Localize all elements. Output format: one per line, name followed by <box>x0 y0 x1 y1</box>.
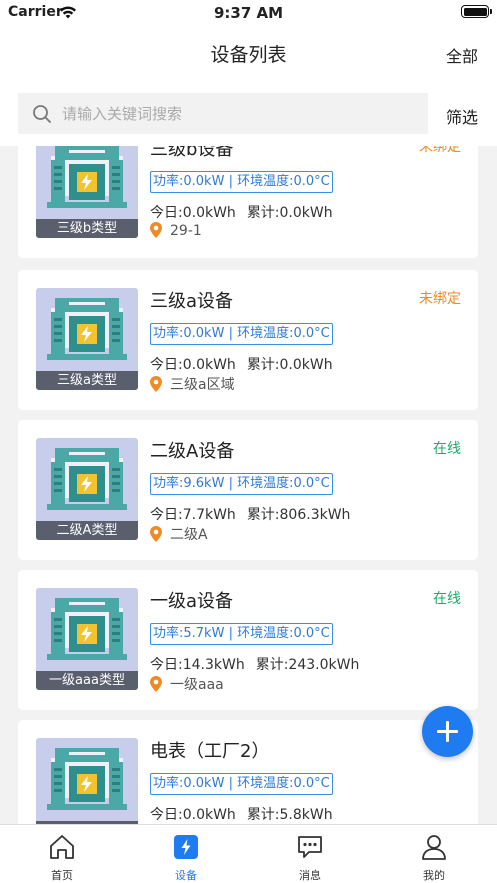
tab-profile[interactable]: 我的 <box>372 825 496 883</box>
device-type-label: 三级a类型 <box>36 371 138 390</box>
location-text: 二级A <box>170 527 208 543</box>
device-energy: 今日:7.7kWh 累计:806.3kWh <box>150 504 350 524</box>
device-name: 电表（工厂2） <box>150 741 270 762</box>
device-name: 三级a设备 <box>150 291 234 312</box>
status-bar: Carrier 9:37 AM <box>0 0 497 26</box>
location-text: 三级a区域 <box>170 377 235 393</box>
location-pin-icon <box>150 676 162 692</box>
cabinet-icon <box>47 598 127 660</box>
device-card[interactable]: 电表（工厂2） 未 功率:0.0kW | 环境温度:0.0°C 今日:0.0kW… <box>18 720 478 824</box>
today-energy: 今日:0.0kWh <box>150 357 236 373</box>
device-location: 一级aaa <box>150 674 224 694</box>
device-metrics: 功率:0.0kW | 环境温度:0.0°C <box>150 773 333 795</box>
device-card[interactable]: 三级b类型 三级b设备 未绑定 功率:0.0kW | 环境温度:0.0°C 今日… <box>18 146 478 258</box>
cabinet-icon <box>47 146 127 208</box>
device-energy: 今日:14.3kWh 累计:243.0kWh <box>150 654 359 674</box>
device-card[interactable]: 三级a类型 三级a设备 未绑定 功率:0.0kW | 环境温度:0.0°C 今日… <box>18 270 478 410</box>
total-energy: 累计:243.0kWh <box>255 657 360 673</box>
device-thumbnail: 二级A类型 <box>36 438 138 540</box>
device-metrics: 功率:5.7kW | 环境温度:0.0°C <box>150 623 333 645</box>
cabinet-icon <box>47 298 127 360</box>
tab-label: 设备 <box>175 869 197 882</box>
device-status: 未绑定 <box>419 146 461 155</box>
tab-message[interactable]: 消息 <box>248 825 372 883</box>
device-energy: 今日:0.0kWh 累计:5.8kWh <box>150 804 333 824</box>
device-name: 三级b设备 <box>150 146 234 160</box>
location-pin-icon <box>150 526 162 542</box>
total-energy: 累计:5.8kWh <box>246 807 333 823</box>
home-icon <box>50 835 74 859</box>
device-status: 未绑定 <box>419 291 461 307</box>
cabinet-icon <box>47 748 127 810</box>
location-text: 一级aaa <box>170 677 224 693</box>
location-pin-icon <box>150 376 162 392</box>
total-energy: 累计:806.3kWh <box>246 507 351 523</box>
device-energy: 今日:0.0kWh 累计:0.0kWh <box>150 354 333 374</box>
device-location: 三级a区域 <box>150 374 235 394</box>
search-icon <box>33 105 51 123</box>
today-energy: 今日:14.3kWh <box>150 657 245 673</box>
device-thumbnail <box>36 738 138 824</box>
location-text: 29-1 <box>170 223 202 239</box>
battery-icon <box>461 5 492 18</box>
device-card[interactable]: 二级A类型 二级A设备 在线 功率:9.6kW | 环境温度:0.0°C 今日:… <box>18 420 478 560</box>
device-status: 在线 <box>433 441 461 457</box>
tab-device[interactable]: 设备 <box>124 825 248 883</box>
device-location: 29-1 <box>150 222 202 239</box>
device-thumbnail: 一级aaa类型 <box>36 588 138 690</box>
tab-bar: 首页 设备 消息 我的 <box>0 824 497 883</box>
total-energy: 累计:0.0kWh <box>246 357 333 373</box>
device-thumbnail: 三级a类型 <box>36 288 138 390</box>
device-energy: 今日:0.0kWh 累计:0.0kWh <box>150 202 333 222</box>
total-energy: 累计:0.0kWh <box>246 205 333 221</box>
today-energy: 今日:7.7kWh <box>150 507 236 523</box>
device-name: 一级a设备 <box>150 591 234 612</box>
today-energy: 今日:0.0kWh <box>150 205 236 221</box>
add-device-button[interactable] <box>422 706 473 757</box>
filter-all-button[interactable]: 全部 <box>446 43 478 67</box>
page-title: 设备列表 <box>210 44 287 66</box>
tab-label: 首页 <box>51 869 73 882</box>
search-input[interactable] <box>62 93 412 134</box>
device-location: 二级A <box>150 524 208 544</box>
tab-label: 消息 <box>299 869 321 882</box>
device-name: 二级A设备 <box>150 441 235 462</box>
device-thumbnail: 三级b类型 <box>36 146 138 238</box>
filter-button[interactable]: 筛选 <box>446 104 478 128</box>
device-metrics: 功率:9.6kW | 环境温度:0.0°C <box>150 473 333 495</box>
device-metrics: 功率:0.0kW | 环境温度:0.0°C <box>150 171 333 193</box>
message-icon <box>298 836 322 858</box>
location-pin-icon <box>150 222 162 238</box>
device-icon <box>174 835 198 859</box>
device-metrics: 功率:0.0kW | 环境温度:0.0°C <box>150 323 333 345</box>
device-status: 在线 <box>433 591 461 607</box>
device-card[interactable]: 一级aaa类型 一级a设备 在线 功率:5.7kW | 环境温度:0.0°C 今… <box>18 570 478 710</box>
device-type-label: 三级b类型 <box>36 219 138 238</box>
device-type-label: 一级aaa类型 <box>36 671 138 690</box>
search-row: 筛选 <box>0 86 497 146</box>
cabinet-icon <box>47 448 127 510</box>
search-box[interactable] <box>18 93 428 134</box>
clock: 9:37 AM <box>213 4 284 22</box>
today-energy: 今日:0.0kWh <box>150 807 236 823</box>
nav-bar: 设备列表 全部 <box>0 26 497 86</box>
tab-home[interactable]: 首页 <box>0 825 124 883</box>
profile-icon <box>422 835 446 860</box>
tab-label: 我的 <box>423 869 445 882</box>
device-type-label: 二级A类型 <box>36 521 138 540</box>
